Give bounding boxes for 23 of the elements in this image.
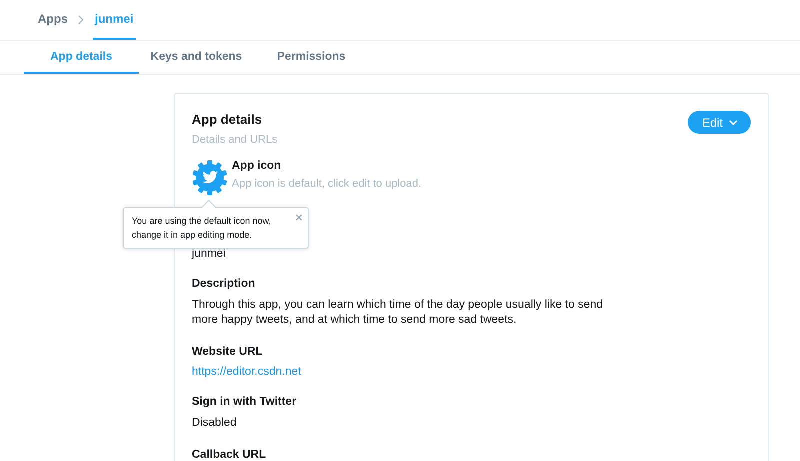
tooltip-text: You are using the default icon now, change it in app editing mode.: [132, 215, 272, 242]
website-link[interactable]: https://editor.csdn.net: [192, 366, 302, 378]
field-value: Disabled: [192, 416, 238, 431]
caret-icon: [729, 120, 738, 126]
tab[interactable]: Permissions: [254, 41, 369, 74]
breadcrumb-link[interactable]: Apps: [36, 0, 70, 40]
chevron-icon: [78, 15, 85, 25]
card-title: App details: [192, 112, 264, 127]
tab[interactable]: App details: [24, 41, 139, 74]
breadcrumb-link[interactable]: junmei: [93, 0, 136, 40]
field-value: junmei: [192, 248, 227, 260]
tab[interactable]: Keys and tokens: [139, 41, 254, 74]
field-label: Description: [192, 278, 256, 290]
bird-gear-icon: [192, 160, 228, 196]
field-label: Sign in with Twitter: [192, 396, 298, 408]
edit-button[interactable]: Edit: [688, 111, 751, 134]
field-value: Through this app, you can learn which time of the day people usually like to send more happy tweets, and at which time to send more sad tweets.: [192, 298, 604, 328]
field-label: Website URL: [192, 346, 264, 358]
field-hint: App icon is default, click edit to upload.: [232, 178, 422, 190]
card-subtitle: Details and URLs: [192, 134, 278, 146]
field-label: Callback URL: [192, 449, 268, 461]
close-button[interactable]: ×: [295, 210, 303, 225]
field-label: App icon: [232, 160, 282, 172]
